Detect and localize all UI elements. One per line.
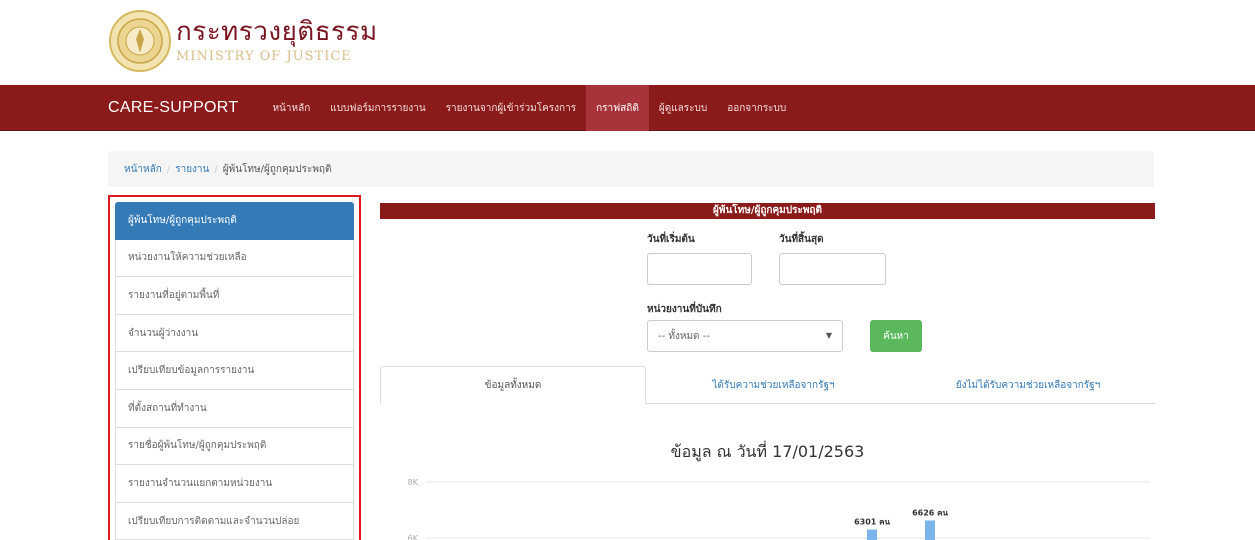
y-tick-6k: 6K — [408, 534, 419, 540]
org-name-th: กระทรวงยุติธรรม — [176, 17, 378, 47]
nav-statistics-graphs[interactable]: กราฟสถิติ — [586, 85, 649, 131]
sidebar-item-compare-tracking[interactable]: เปรียบเทียบการติดตามและจำนวนปล่อย — [115, 502, 354, 540]
end-date-label: วันที่สิ้นสุด — [779, 234, 824, 245]
breadcrumb-separator: / — [166, 163, 171, 175]
nav-home[interactable]: หน้าหลัก — [262, 85, 320, 131]
sidebar-menu: ผู้พ้นโทษ/ผู้ถูกคุมประพฤติ หน่วยงานให้คว… — [115, 202, 354, 540]
ministry-seal-icon — [108, 9, 172, 73]
chart-bar-0 — [867, 529, 877, 540]
chart-bar-1 — [925, 520, 935, 540]
nav-admin[interactable]: ผู้ดูแลระบบ — [649, 85, 717, 131]
sidebar-item-count-by-agency[interactable]: รายงานจำนวนแยกตามหน่วยงาน — [115, 465, 354, 503]
chevron-down-icon: ▼ — [825, 331, 832, 340]
sidebar-item-unemployed-count[interactable]: จำนวนผู้ว่างงาน — [115, 314, 354, 353]
brand-link[interactable]: CARE-SUPPORT — [108, 99, 238, 117]
nav-report-forms[interactable]: แบบฟอร์มการรายงาน — [320, 85, 435, 131]
nav-participant-reports[interactable]: รายงานจากผู้เข้าร่วมโครงการ — [436, 85, 586, 131]
breadcrumb-separator: / — [214, 163, 218, 175]
unit-label: หน่วยงานที่บันทึก — [647, 304, 722, 315]
breadcrumb: หน้าหลัก / รายงาน / ผู้พ้นโทษ/ผู้ถูกคุมป… — [108, 151, 1154, 187]
tab-bar: ข้อมูลทั้งหมด ได้รับความช่วยเหลือจากรัฐฯ… — [380, 366, 1155, 405]
sidebar-item-workplace-locations[interactable]: ที่ตั้งสถานที่ทำงาน — [115, 389, 354, 428]
breadcrumb-current: ผู้พ้นโทษ/ผู้ถูกคุมประพฤติ — [222, 163, 332, 175]
unit-select-value: -- ทั้งหมด -- — [658, 330, 710, 342]
start-date-label: วันที่เริ่มต้น — [647, 234, 695, 245]
unit-select[interactable]: -- ทั้งหมด -- ▼ — [647, 320, 843, 352]
bar-chart: 8K 6K 6301 คน 6626 คน — [408, 478, 1150, 540]
tab-all-data[interactable]: ข้อมูลทั้งหมด — [380, 366, 646, 405]
breadcrumb-home[interactable]: หน้าหลัก — [124, 162, 162, 177]
nav-logout[interactable]: ออกจากระบบ — [717, 85, 796, 131]
sidebar-item-address-by-area[interactable]: รายงานที่อยู่ตามพื้นที่ — [115, 277, 354, 315]
sidebar-item-released-offenders[interactable]: ผู้พ้นโทษ/ผู้ถูกคุมประพฤติ — [115, 202, 354, 240]
chart-data-label-0: 6301 คน — [854, 518, 890, 527]
end-date-input[interactable] — [779, 253, 886, 285]
org-name-en: MINISTRY OF JUSTICE — [176, 49, 352, 64]
y-tick-8k: 8K — [408, 478, 419, 487]
chart-title: ข้อมูล ณ วันที่ 17/01/2563 — [670, 442, 865, 461]
chart-data-label-1: 6626 คน — [912, 508, 948, 517]
top-navbar: CARE-SUPPORT หน้าหลัก แบบฟอร์มการรายงาน … — [0, 85, 1255, 131]
tab-received-assistance[interactable]: ได้รับความช่วยเหลือจากรัฐฯ — [646, 366, 901, 404]
header-logo: กระทรวงยุติธรรม MINISTRY OF JUSTICE — [108, 8, 378, 73]
breadcrumb-reports[interactable]: รายงาน — [175, 162, 209, 177]
search-button[interactable]: ค้นหา — [870, 320, 922, 352]
start-date-input[interactable] — [647, 253, 752, 285]
tab-not-received-assistance[interactable]: ยังไม่ได้รับความช่วยเหลือจากรัฐฯ — [901, 366, 1155, 404]
sidebar-item-assisting-agencies[interactable]: หน่วยงานให้ความช่วยเหลือ — [115, 239, 354, 278]
sidebar-item-offender-list[interactable]: รายชื่อผู้พ้นโทษ/ผู้ถูกคุมประพฤติ — [115, 427, 354, 466]
sidebar-item-compare-reports[interactable]: เปรียบเทียบข้อมูลการรายงาน — [115, 352, 354, 390]
panel-title: ผู้พ้นโทษ/ผู้ถูกคุมประพฤติ — [380, 203, 1155, 219]
